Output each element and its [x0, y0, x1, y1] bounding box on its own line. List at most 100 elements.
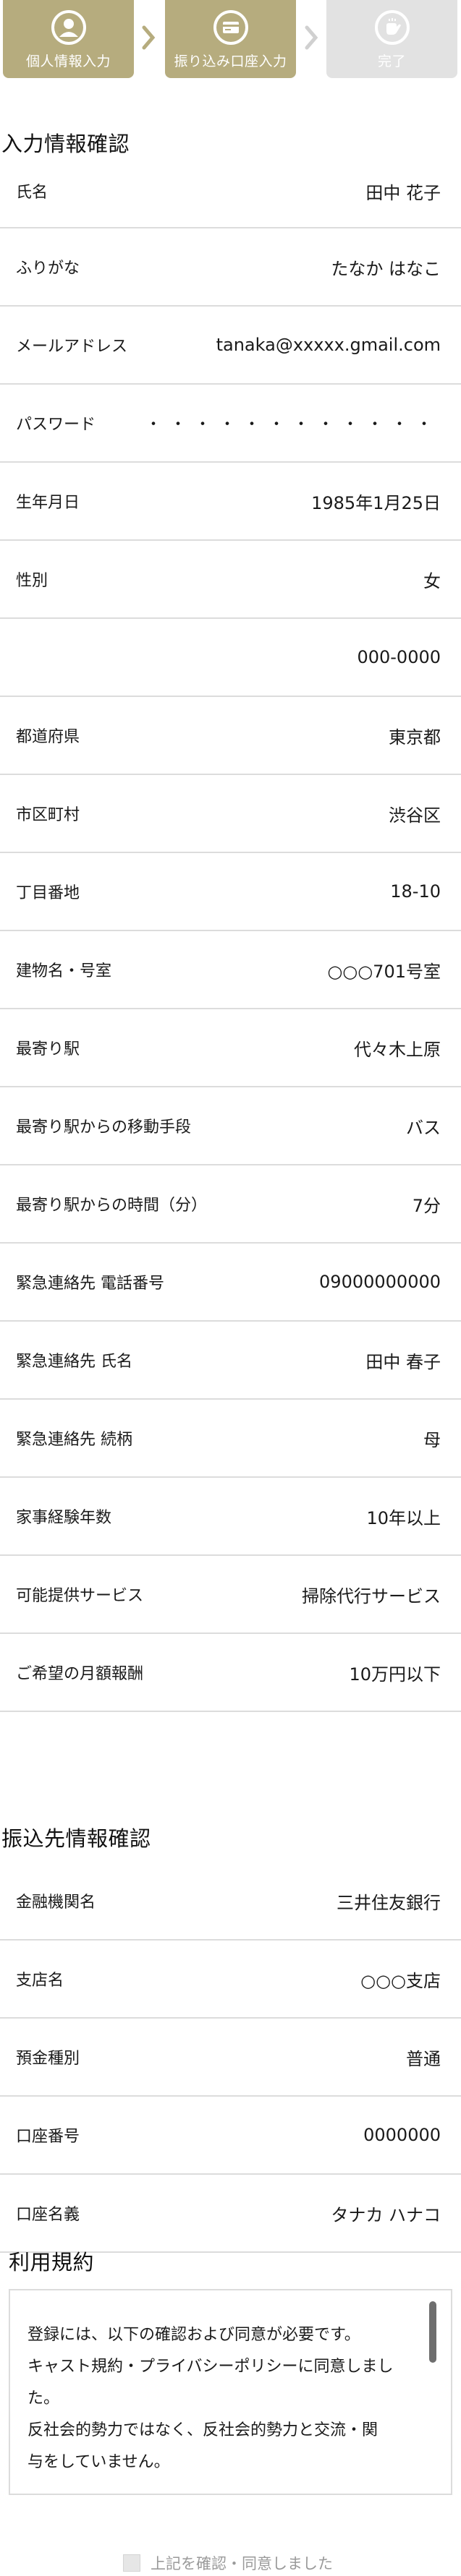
row-value: ○○○701号室: [327, 961, 441, 982]
row-experience: 家事経験年数 10年以上: [0, 1478, 461, 1556]
agree-label: 上記を確認・同意しました: [151, 2555, 333, 2572]
terms-line: 反社会的勢力ではなく、反社会的勢力と交流・関: [28, 2421, 378, 2439]
step-bank-account: 振り込み口座入力: [165, 0, 296, 78]
step-label: 振り込み口座入力: [174, 54, 287, 69]
row-value: タナカ ハナコ: [331, 2204, 441, 2225]
user-icon: [51, 10, 86, 45]
row-travel-time: 最寄り駅からの時間（分） 7分: [0, 1165, 461, 1244]
row-label: 生年月日: [16, 494, 80, 512]
bank-section-title: 振込先情報確認: [1, 1826, 151, 1851]
row-label: 緊急連絡先 続柄: [16, 1431, 132, 1449]
row-label: 緊急連絡先 電話番号: [16, 1275, 164, 1293]
row-label: 家事経験年数: [16, 1509, 112, 1527]
row-value: 7分: [412, 1195, 441, 1216]
agree-checkbox[interactable]: [123, 2554, 140, 2572]
hand-icon: [374, 10, 410, 45]
agree-checkbox-row[interactable]: 上記を確認・同意しました: [123, 2552, 333, 2574]
row-value: 10万円以下: [349, 1664, 441, 1685]
chevron-right-icon: [140, 25, 157, 51]
row-gender: 性別 女: [0, 541, 461, 619]
terms-box[interactable]: 登録には、以下の確認および同意が必要です。 キャスト規約・プライバシーポリシーに…: [9, 2289, 452, 2495]
row-label: ふりがな: [16, 260, 80, 278]
progress-steps: 個人情報入力 振り込み口座入力 完了: [0, 0, 461, 80]
step-label: 個人情報入力: [25, 54, 111, 69]
row-desired-pay: ご希望の月額報酬 10万円以下: [0, 1634, 461, 1712]
row-label: 可能提供サービス: [16, 1587, 144, 1605]
row-label: 口座名義: [16, 2206, 80, 2224]
row-value: 0000000: [363, 2125, 441, 2145]
row-value: 18-10: [390, 881, 441, 902]
row-label: 最寄り駅: [16, 1040, 80, 1058]
chevron-right-icon: [303, 25, 320, 51]
row-value: 母: [423, 1429, 441, 1450]
row-value: 代々木上原: [354, 1039, 441, 1060]
row-value: tanaka@xxxxx.gmail.com: [216, 335, 441, 355]
bank-info-list: 金融機関名 三井住友銀行 支店名 ○○○支店 預金種別 普通 口座番号 0000000 …: [0, 1862, 461, 2253]
row-label: 預金種別: [16, 2050, 80, 2068]
row-value: 10年以上: [366, 1507, 441, 1528]
terms-line: キャスト規約・プライバシーポリシーに同意しまし: [28, 2358, 394, 2376]
row-name: 氏名 田中 花子: [0, 155, 461, 228]
row-services: 可能提供サービス 掃除代行サービス: [0, 1556, 461, 1634]
terms-section-title: 利用規約: [9, 2250, 95, 2275]
row-value: バス: [406, 1117, 441, 1138]
row-value: 09000000000: [319, 1272, 441, 1292]
row-label: パスワード: [16, 416, 96, 434]
row-label: 支店名: [16, 1972, 64, 1990]
row-label: 性別: [16, 572, 48, 590]
row-value: 000-0000: [357, 647, 441, 667]
row-emergency-relation: 緊急連絡先 続柄 母: [0, 1400, 461, 1478]
row-bank-name: 金融機関名 三井住友銀行: [0, 1862, 461, 1940]
step-personal-info: 個人情報入力: [3, 0, 134, 78]
row-value: 田中 春子: [365, 1351, 441, 1372]
row-value: 渋谷区: [389, 805, 441, 826]
row-label: メールアドレス: [16, 338, 128, 356]
row-value: ・・・・・・・・・・・・: [145, 416, 441, 434]
row-postal-code: 000-0000: [0, 619, 461, 697]
row-account-type: 預金種別 普通: [0, 2019, 461, 2097]
terms-text: 登録には、以下の確認および同意が必要です。 キャスト規約・プライバシーポリシーに…: [28, 2319, 433, 2478]
row-value: 女: [423, 570, 441, 591]
row-value: 普通: [406, 2048, 441, 2069]
row-value: たなか はなこ: [331, 258, 441, 279]
row-value: 1985年1月25日: [311, 492, 441, 513]
card-icon: [213, 10, 248, 45]
row-label: 氏名: [16, 184, 48, 202]
terms-line: 登録には、以下の確認および同意が必要です。: [28, 2326, 360, 2344]
personal-section-title: 入力情報確認: [1, 132, 130, 156]
row-label: 丁目番地: [16, 884, 80, 902]
row-label: 最寄り駅からの時間（分）: [16, 1197, 208, 1215]
row-nearest-station: 最寄り駅 代々木上原: [0, 1009, 461, 1087]
terms-line: 与をしていません。: [28, 2453, 170, 2471]
row-label: 市区町村: [16, 806, 80, 824]
row-account-holder: 口座名義 タナカ ハナコ: [0, 2175, 461, 2253]
terms-scrollbar[interactable]: [429, 2301, 436, 2363]
row-furigana: ふりがな たなか はなこ: [0, 228, 461, 307]
row-value: ○○○支店: [360, 1970, 441, 1991]
step-complete: 完了: [326, 0, 457, 78]
row-prefecture: 都道府県 東京都: [0, 697, 461, 775]
row-email: メールアドレス tanaka@xxxxx.gmail.com: [0, 307, 461, 385]
row-transport: 最寄り駅からの移動手段 バス: [0, 1087, 461, 1165]
row-label: ご希望の月額報酬: [16, 1665, 144, 1683]
personal-info-list: 氏名 田中 花子 ふりがな たなか はなこ メールアドレス tanaka@xxxxx.…: [0, 155, 461, 1712]
row-city: 市区町村 渋谷区: [0, 775, 461, 853]
row-account-number: 口座番号 0000000: [0, 2097, 461, 2175]
row-label: 都道府県: [16, 728, 80, 746]
row-building: 建物名・号室 ○○○701号室: [0, 931, 461, 1009]
row-birthdate: 生年月日 1985年1月25日: [0, 463, 461, 541]
row-emergency-name: 緊急連絡先 氏名 田中 春子: [0, 1322, 461, 1400]
row-label: 緊急連絡先 氏名: [16, 1353, 132, 1371]
step-label: 完了: [377, 54, 406, 69]
row-street: 丁目番地 18-10: [0, 853, 461, 931]
row-branch: 支店名 ○○○支店: [0, 1940, 461, 2019]
row-value: 掃除代行サービス: [302, 1586, 441, 1606]
row-emergency-phone: 緊急連絡先 電話番号 09000000000: [0, 1244, 461, 1322]
row-value: 三井住友銀行: [337, 1892, 441, 1913]
row-label: 口座番号: [16, 2128, 80, 2146]
terms-line: た。: [28, 2389, 60, 2408]
row-label: 金融機関名: [16, 1894, 96, 1912]
row-password: パスワード ・・・・・・・・・・・・: [0, 385, 461, 463]
row-value: 東京都: [389, 727, 441, 748]
row-label: 建物名・号室: [16, 962, 112, 980]
